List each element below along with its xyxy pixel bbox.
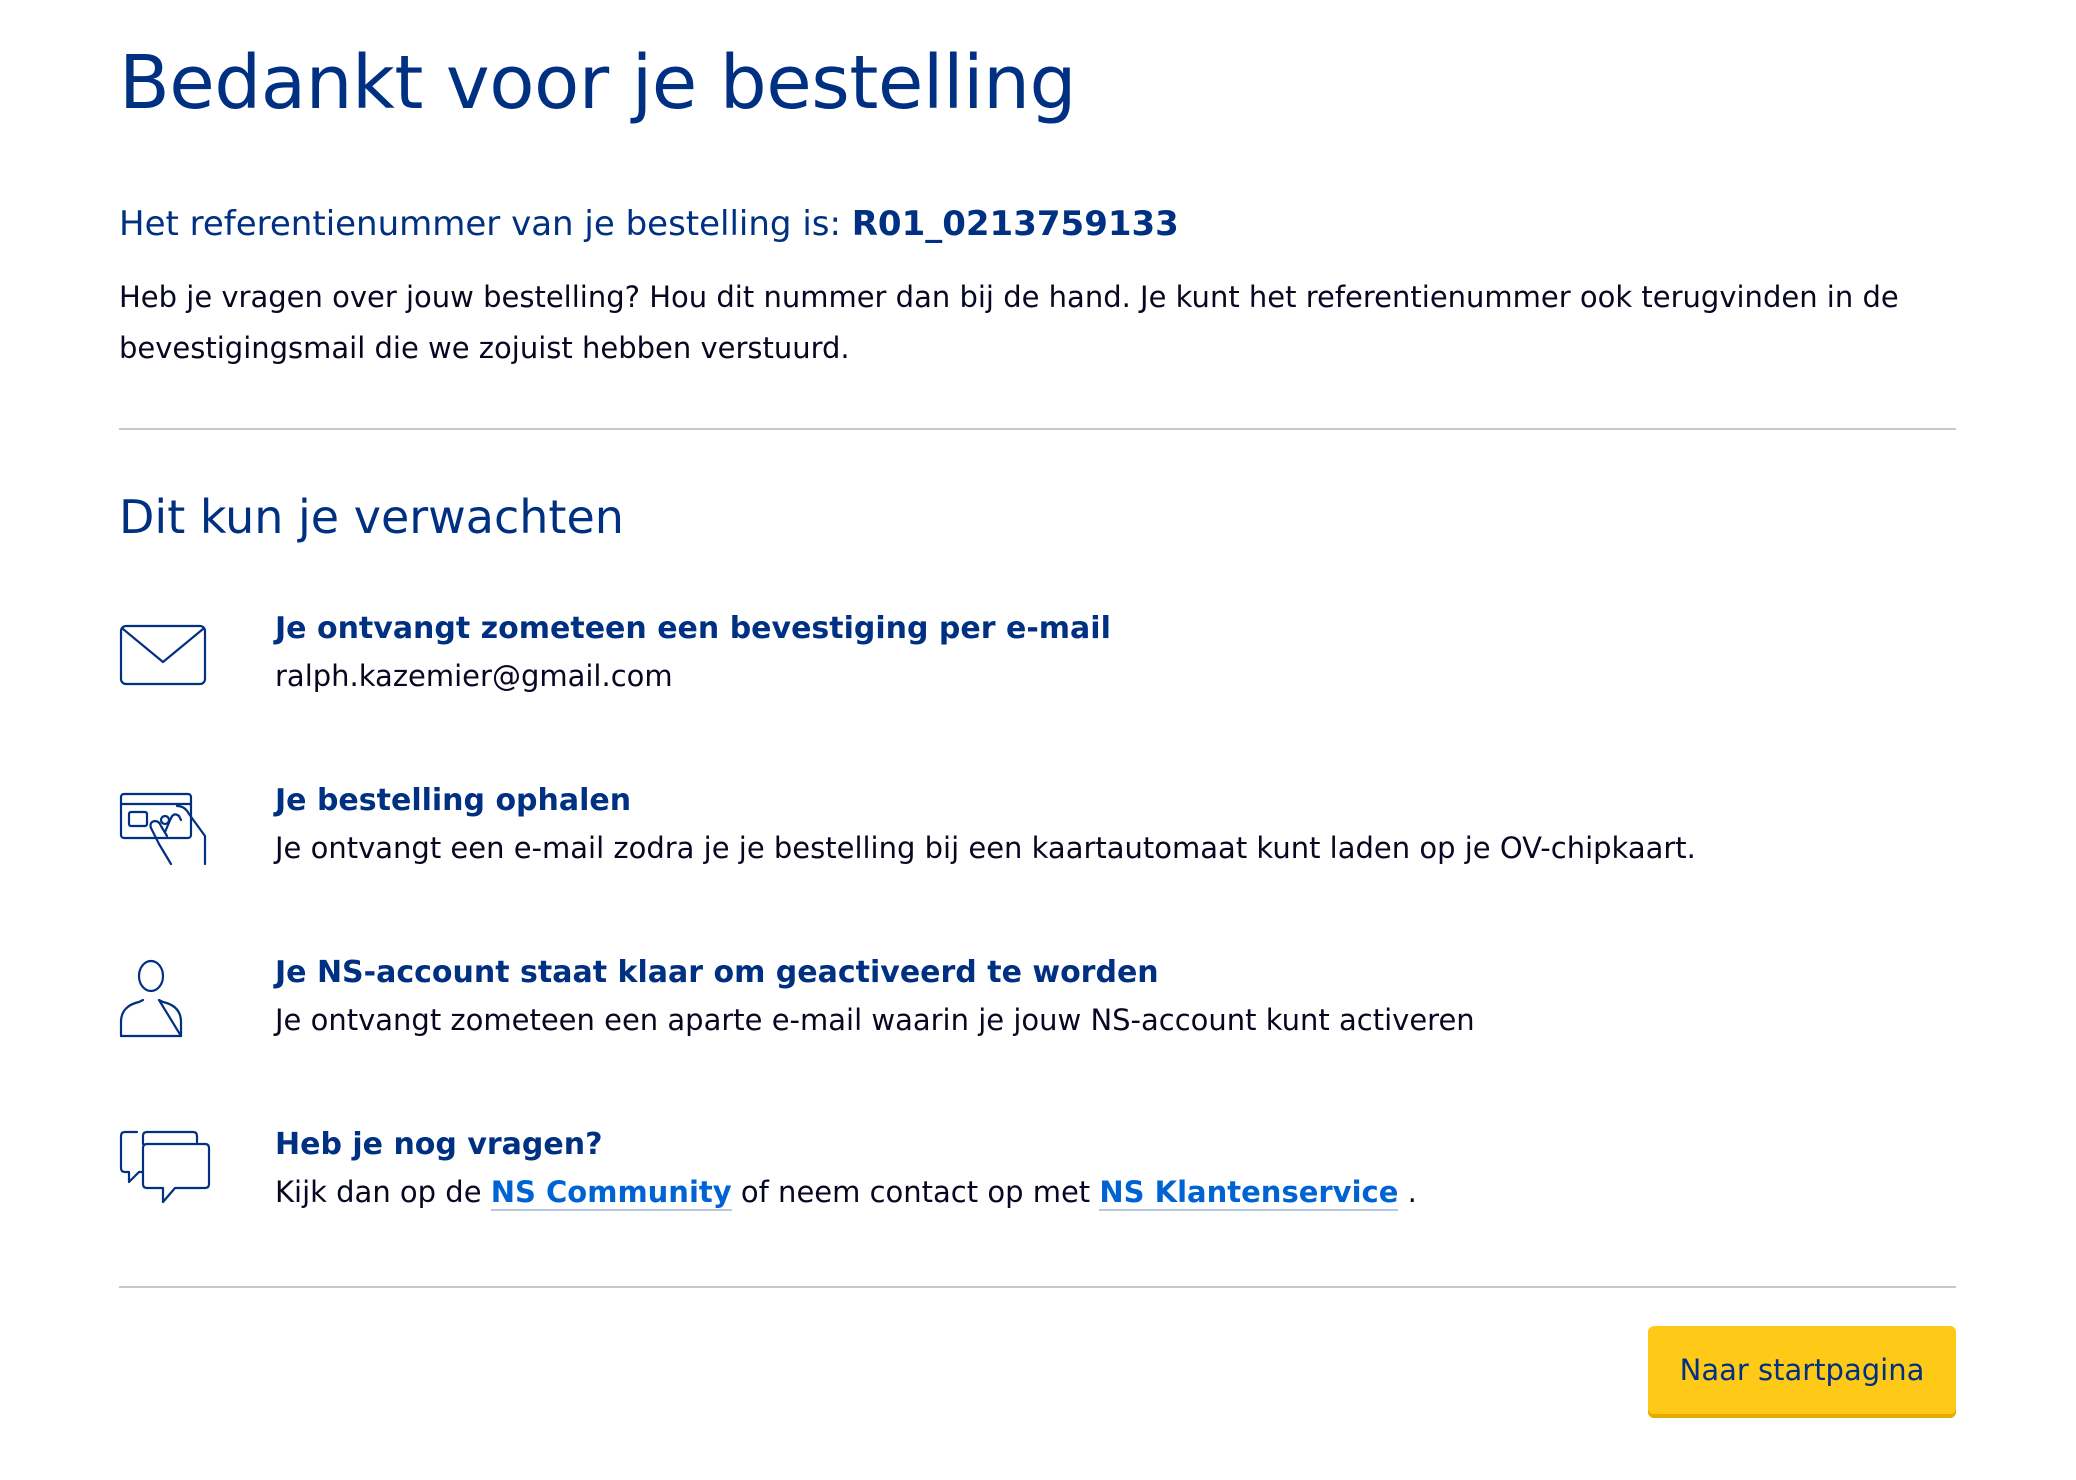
reference-line: Het referentienummer van je bestelling i… (119, 200, 1179, 248)
expect-item-account: Je NS-account staat klaar om geactiveerd… (119, 950, 1956, 1060)
item-body: Kijk dan op de NS Community of neem cont… (275, 1168, 1875, 1216)
page-title: Bedankt voor je bestelling (119, 40, 1076, 126)
divider-bottom (119, 1286, 1956, 1288)
ns-community-link[interactable]: NS Community (490, 1175, 732, 1211)
user-icon (119, 956, 211, 1040)
envelope-icon (119, 612, 211, 696)
intro-text: Heb je vragen over jouw bestelling? Hou … (119, 280, 1899, 365)
reference-number: R01_0213759133 (851, 204, 1179, 244)
item-heading: Je NS-account staat klaar om geactiveerd… (275, 955, 1159, 990)
ns-klantenservice-link[interactable]: NS Klantenservice (1099, 1175, 1399, 1211)
card-pickup-icon (119, 784, 211, 868)
item-heading: Heb je nog vragen? (275, 1127, 603, 1162)
chat-bubbles-icon (119, 1128, 211, 1212)
email-address: ralph.kazemier@gmail.com (275, 659, 673, 693)
body-suffix: . (1407, 1175, 1417, 1209)
expect-item-pickup: Je bestelling ophalen Je ontvangt een e-… (119, 778, 1956, 888)
home-button[interactable]: Naar startpagina (1648, 1326, 1956, 1414)
item-heading: Je ontvangt zometeen een bevestiging per… (275, 611, 1111, 646)
item-body: Je ontvangt een e-mail zodra je je beste… (275, 831, 1696, 865)
divider-top (119, 428, 1956, 430)
expect-item-questions: Heb je nog vragen? Kijk dan op de NS Com… (119, 1122, 1956, 1232)
item-heading: Je bestelling ophalen (275, 783, 632, 818)
reference-label: Het referentienummer van je bestelling i… (119, 204, 841, 244)
body-prefix: Kijk dan op de (275, 1175, 482, 1209)
item-body: Je ontvangt zometeen een aparte e-mail w… (275, 1003, 1475, 1037)
body-middle: of neem contact op met (740, 1175, 1091, 1209)
expect-item-email: Je ontvangt zometeen een bevestiging per… (119, 606, 1956, 716)
section-title: Dit kun je verwachten (119, 490, 624, 544)
